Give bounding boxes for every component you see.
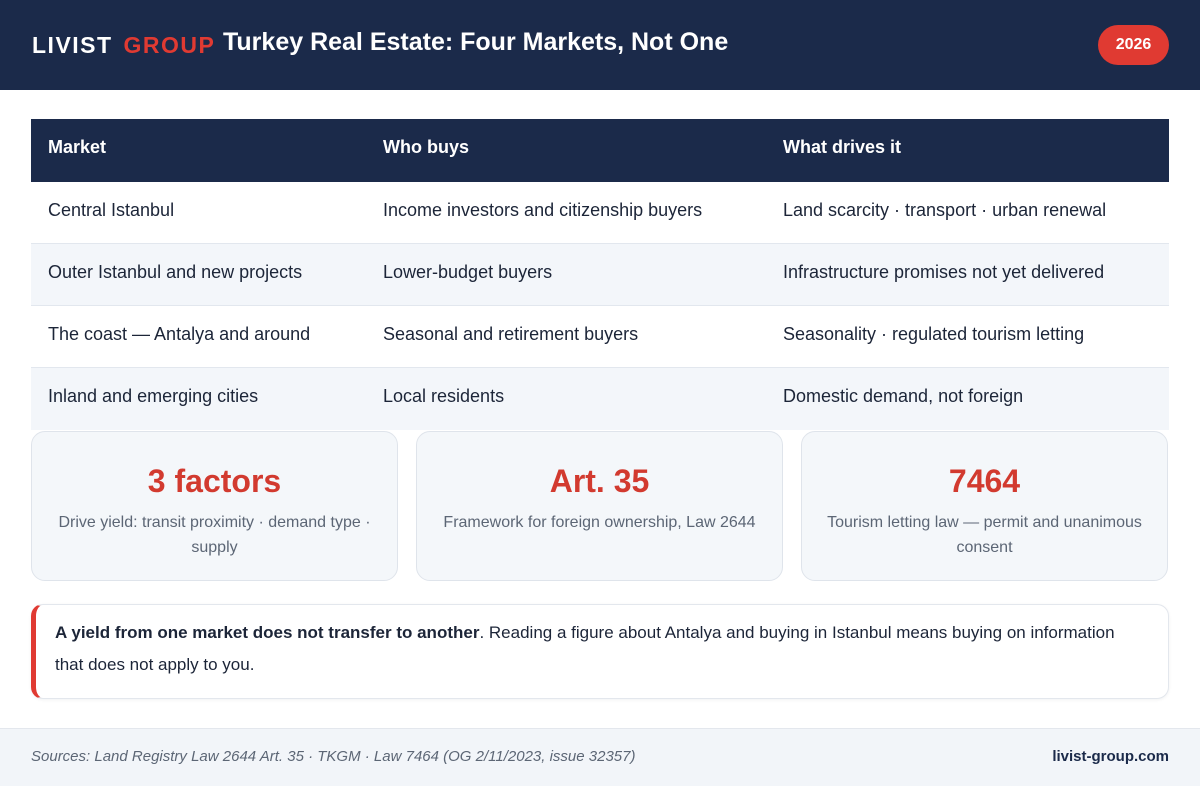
- page-title: Turkey Real Estate: Four Markets, Not On…: [223, 28, 729, 56]
- logo-word-group: GROUP: [123, 32, 216, 58]
- table-header: Market Who buys What drives it: [31, 119, 1169, 182]
- brand-logo[interactable]: LIVIST GROUP: [32, 31, 215, 59]
- footer-bar: Sources: Land Registry Law 2644 Art. 35 …: [0, 728, 1200, 786]
- table-row: Central Istanbul Income investors and ci…: [31, 182, 1169, 244]
- stat-value: 3 factors: [147, 463, 282, 499]
- stat-description: Tourism letting law — permit and unanimo…: [827, 514, 1142, 556]
- table-cell-drivers: Domestic demand, not foreign: [783, 386, 1024, 406]
- stat-card-article: Art. 35 Framework for foreign ownership,…: [416, 431, 783, 581]
- stat-card-factors: 3 factors Drive yield: transit proximity…: [31, 431, 398, 581]
- table-cell-drivers: Infrastructure promises not yet delivere…: [783, 262, 1105, 282]
- table-cell-who-buys: Lower-budget buyers: [383, 262, 553, 282]
- column-header-who-buys: Who buys: [383, 137, 469, 157]
- column-header-market: Market: [48, 137, 107, 157]
- year-badge: 2026: [1098, 25, 1169, 65]
- table-cell-market: The coast — Antalya and around: [48, 324, 311, 344]
- sources-note: Sources: Land Registry Law 2644 Art. 35 …: [31, 748, 636, 765]
- table-cell-market: Inland and emerging cities: [48, 386, 259, 406]
- callout-text: A yield from one market does not transfe…: [55, 617, 1145, 681]
- stat-card-law: 7464 Tourism letting law — permit and un…: [801, 431, 1168, 581]
- table-cell-market: Central Istanbul: [48, 200, 175, 220]
- callout-emphasis: A yield from one market does not transfe…: [55, 623, 480, 642]
- table-cell-drivers: Land scarcity · transport · urban renewa…: [783, 200, 1107, 220]
- logo-word-livist: LIVIST: [32, 32, 113, 58]
- table-cell-drivers: Seasonality · regulated tourism letting: [783, 324, 1085, 344]
- key-takeaway-callout: A yield from one market does not transfe…: [31, 604, 1169, 699]
- stat-description: Framework for foreign ownership, Law 264…: [443, 514, 756, 531]
- table-cell-who-buys: Seasonal and retirement buyers: [383, 324, 639, 344]
- table-row: The coast — Antalya and around Seasonal …: [31, 306, 1169, 368]
- table-cell-market: Outer Istanbul and new projects: [48, 262, 303, 282]
- stat-value: 7464: [948, 463, 1021, 499]
- table-row: Inland and emerging cities Local residen…: [31, 368, 1169, 430]
- table-cell-who-buys: Income investors and citizenship buyers: [383, 200, 703, 220]
- column-header-what-drives-it: What drives it: [783, 137, 902, 157]
- stat-description: Drive yield: transit proximity · demand …: [58, 514, 371, 556]
- website-link[interactable]: livist-group.com: [1052, 747, 1169, 767]
- markets-table: Market Who buys What drives it Central I…: [31, 119, 1169, 430]
- table-cell-who-buys: Local residents: [383, 386, 505, 406]
- table-row: Outer Istanbul and new projects Lower-bu…: [31, 244, 1169, 306]
- stat-value: Art. 35: [549, 463, 650, 499]
- header-bar: LIVIST GROUP Turkey Real Estate: Four Ma…: [0, 0, 1200, 90]
